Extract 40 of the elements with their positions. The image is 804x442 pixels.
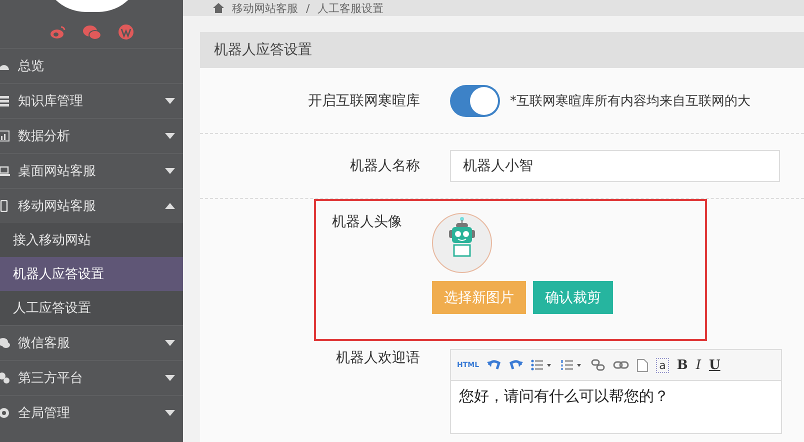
- bullet-list-icon[interactable]: [531, 359, 554, 371]
- anchor-button[interactable]: a: [656, 358, 669, 372]
- laptop-icon: [0, 165, 10, 177]
- sidebar-item[interactable]: 总览: [0, 48, 183, 83]
- sidebar-item[interactable]: 第三方平台: [0, 360, 183, 395]
- chat-icon: [0, 337, 10, 349]
- bar-chart-icon: [0, 130, 10, 142]
- unlink-icon[interactable]: [591, 359, 606, 371]
- breadcrumb-link[interactable]: 移动网站客服: [232, 0, 298, 16]
- phone-icon: [0, 200, 10, 212]
- link-icon[interactable]: [613, 361, 630, 369]
- underline-button[interactable]: U: [708, 358, 720, 372]
- sidebar-subitem[interactable]: 人工应答设置: [0, 291, 183, 325]
- gears-icon: [0, 372, 10, 384]
- sidebar-item[interactable]: 全局管理: [0, 395, 183, 430]
- page-icon[interactable]: [637, 358, 648, 372]
- numbered-list-icon[interactable]: [561, 359, 584, 371]
- sidebar-subitem[interactable]: 接入移动网站: [0, 223, 183, 257]
- stack-icon: [0, 95, 10, 107]
- undo-icon[interactable]: [487, 359, 502, 371]
- field-label: 机器人头像: [331, 213, 403, 231]
- breadcrumb-separator: /: [306, 2, 310, 14]
- input-field[interactable]: 机器人小智: [450, 150, 780, 182]
- field-label: 机器人名称: [349, 157, 421, 175]
- hint-text: *互联网寒暄库所有内容均来自互联网的大: [510, 92, 750, 110]
- home-icon[interactable]: [213, 3, 224, 13]
- toggle-switch[interactable]: [450, 84, 500, 116]
- italic-button[interactable]: I: [696, 358, 701, 372]
- field-label: 开启互联网寒暄库: [307, 92, 421, 110]
- bold-button[interactable]: B: [676, 358, 688, 372]
- redo-icon[interactable]: [509, 359, 524, 371]
- sidebar-item[interactable]: 知识库管理: [0, 83, 183, 118]
- editor-text[interactable]: 您好，请问有什么可以帮您的？: [451, 381, 781, 433]
- field-label: 机器人欢迎语: [335, 349, 421, 367]
- sidebar-item[interactable]: 桌面网站客服: [0, 153, 183, 188]
- sidebar-item[interactable]: 微信客服: [0, 325, 183, 360]
- breadcrumb-link[interactable]: 人工客服设置: [318, 0, 384, 16]
- sidebar-subitem[interactable]: 机器人应答设置: [0, 257, 183, 291]
- sidebar-item[interactable]: 数据分析: [0, 118, 183, 153]
- panel-title: 机器人应答设置: [214, 41, 312, 59]
